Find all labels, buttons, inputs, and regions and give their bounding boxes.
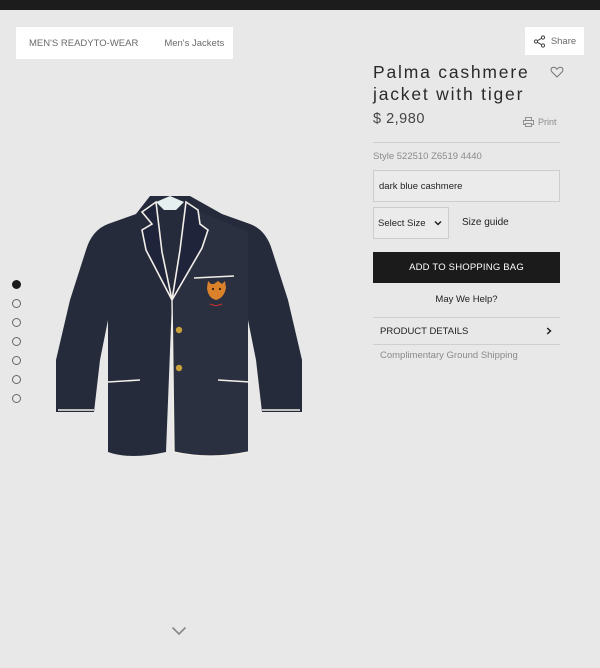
product-details-label: PRODUCT DETAILS [380, 325, 469, 337]
heart-icon[interactable] [550, 65, 564, 79]
size-select-label: Select Size [378, 217, 426, 229]
gallery-dot[interactable] [12, 280, 21, 289]
color-selector[interactable]: dark blue cashmere [373, 170, 560, 202]
size-select[interactable]: Select Size [373, 207, 449, 239]
gallery-dot[interactable] [12, 318, 21, 327]
style-code: Style 522510 Z6519 4440 [373, 151, 482, 162]
chevron-down-icon [434, 220, 442, 226]
product-details-toggle[interactable]: PRODUCT DETAILS [373, 317, 560, 345]
top-bar [0, 0, 600, 10]
chevron-down-icon[interactable] [171, 625, 187, 637]
breadcrumb-item-jackets[interactable]: Men's Jackets [151, 38, 237, 49]
chevron-right-icon [546, 327, 552, 335]
breadcrumb-item-readytowear[interactable]: MEN'S READYTO-WEAR [16, 38, 151, 49]
breadcrumb: MEN'S READYTO-WEAR Men's Jackets [16, 27, 233, 59]
product-image [56, 196, 302, 457]
gallery-pagination [12, 280, 21, 413]
help-link[interactable]: May We Help? [373, 294, 560, 305]
divider [373, 142, 560, 143]
add-to-bag-button[interactable]: ADD TO SHOPPING BAG [373, 252, 560, 283]
product-title: Palma cashmere jacket with tiger [373, 62, 530, 104]
share-label: Share [550, 35, 577, 47]
share-icon [533, 34, 545, 48]
share-button[interactable]: Share [525, 27, 584, 55]
size-guide-link[interactable]: Size guide [462, 217, 509, 228]
gallery-dot[interactable] [12, 356, 21, 365]
product-price: $ 2,980 [373, 111, 425, 127]
print-button[interactable]: Print [523, 117, 557, 127]
gallery-dot[interactable] [12, 394, 21, 403]
gallery-dot[interactable] [12, 299, 21, 308]
printer-icon [523, 117, 534, 127]
color-value: dark blue cashmere [379, 180, 463, 192]
gallery-dot[interactable] [12, 337, 21, 346]
shipping-note: Complimentary Ground Shipping [380, 350, 518, 361]
print-label: Print [538, 117, 557, 127]
gallery-dot[interactable] [12, 375, 21, 384]
